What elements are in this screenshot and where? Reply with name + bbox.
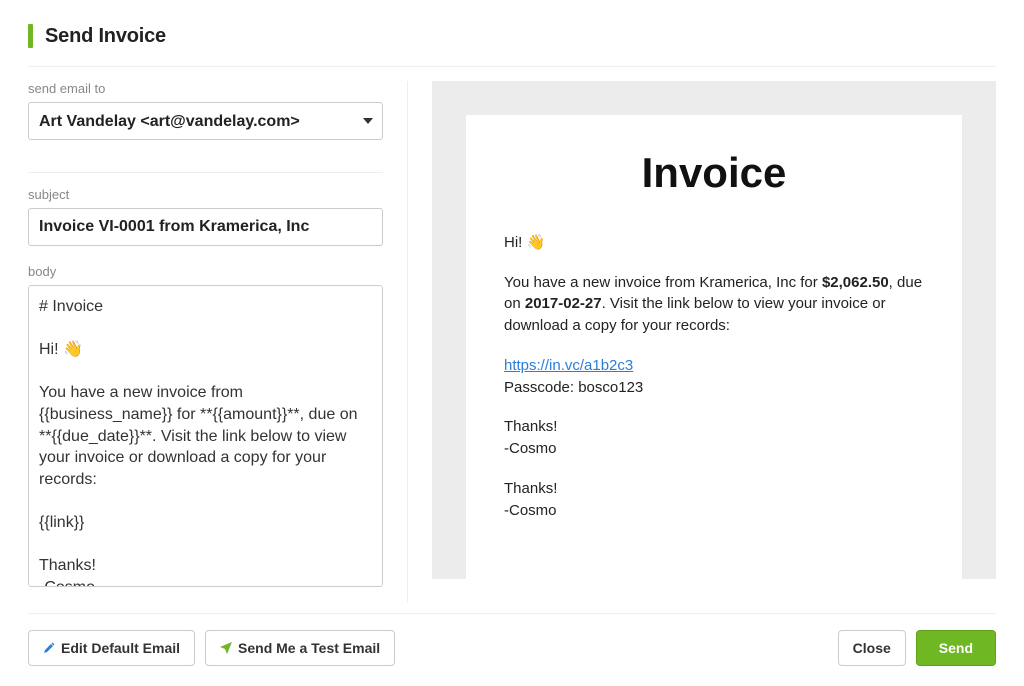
dialog-footer: Edit Default Email Send Me a Test Email … xyxy=(28,613,996,666)
form-panel: send email to Art Vandelay <art@vandelay… xyxy=(28,81,408,603)
send-button[interactable]: Send xyxy=(916,630,996,666)
recipient-label: send email to xyxy=(28,81,383,96)
close-button[interactable]: Close xyxy=(838,630,906,666)
edit-default-email-button[interactable]: Edit Default Email xyxy=(28,630,195,666)
preview-signature-1: Thanks!-Cosmo xyxy=(504,416,924,460)
preview-greeting: Hi! 👋 xyxy=(504,232,924,254)
preview-link-block: https://in.vc/a1b2c3 Passcode: bosco123 xyxy=(504,355,924,399)
body-label: body xyxy=(28,264,383,279)
divider xyxy=(28,172,383,173)
passcode-label: Passcode: xyxy=(504,379,578,396)
preview-frame: Invoice Hi! 👋 You have a new invoice fro… xyxy=(432,81,996,579)
button-label: Send Me a Test Email xyxy=(238,640,380,656)
dialog-header: Send Invoice xyxy=(28,24,996,48)
preview-link[interactable]: https://in.vc/a1b2c3 xyxy=(504,357,633,374)
dialog-title: Send Invoice xyxy=(45,25,166,48)
button-label: Send xyxy=(939,640,973,656)
body-textarea[interactable] xyxy=(28,285,383,587)
accent-bar xyxy=(28,24,33,48)
preview-document: Invoice Hi! 👋 You have a new invoice fro… xyxy=(466,115,962,579)
preview-body: You have a new invoice from Kramerica, I… xyxy=(504,272,924,337)
subject-label: subject xyxy=(28,187,383,202)
recipient-select[interactable]: Art Vandelay <art@vandelay.com> xyxy=(28,102,383,140)
send-test-email-button[interactable]: Send Me a Test Email xyxy=(205,630,395,666)
passcode-value: bosco123 xyxy=(578,379,643,396)
body-field: body xyxy=(28,264,383,603)
subject-field: subject xyxy=(28,187,383,246)
recipient-field: send email to Art Vandelay <art@vandelay… xyxy=(28,81,383,140)
preview-heading: Invoice xyxy=(504,143,924,204)
preview-panel: Invoice Hi! 👋 You have a new invoice fro… xyxy=(408,81,996,603)
dialog-body: send email to Art Vandelay <art@vandelay… xyxy=(28,66,996,603)
pencil-icon xyxy=(43,642,55,654)
button-label: Close xyxy=(853,640,891,656)
subject-input[interactable] xyxy=(28,208,383,246)
paper-plane-icon xyxy=(220,642,232,654)
button-label: Edit Default Email xyxy=(61,640,180,656)
preview-signature-2: Thanks!-Cosmo xyxy=(504,478,924,522)
